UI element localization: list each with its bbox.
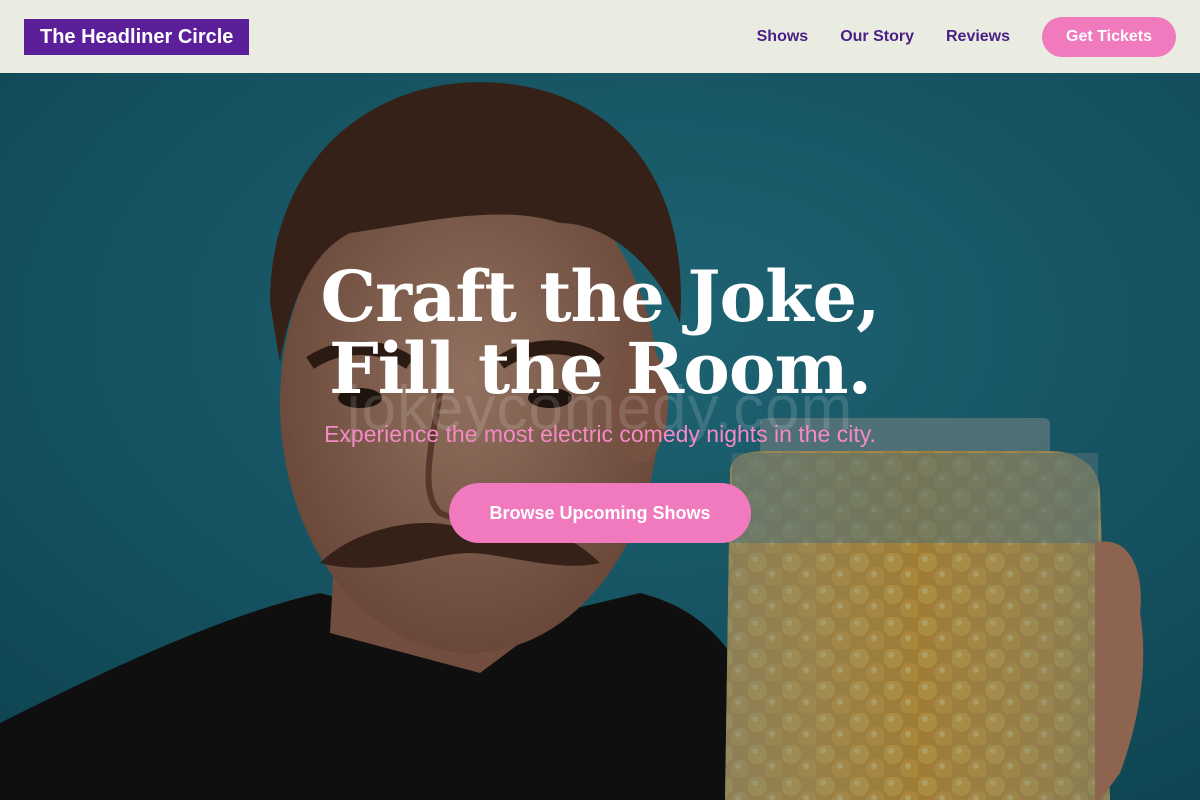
get-tickets-button[interactable]: Get Tickets — [1042, 16, 1176, 57]
nav-link-shows[interactable]: Shows — [757, 28, 809, 46]
hero-subtitle: Experience the most electric comedy nigh… — [324, 421, 876, 447]
hero-section: jokeycomedy.com Craft the Joke, Fill the… — [0, 73, 1200, 800]
hero-title: Craft the Joke, Fill the Room. — [0, 261, 1200, 405]
hero-title-line-1: Craft the Joke, — [320, 255, 880, 338]
main-nav: Shows Our Story Reviews Get Tickets — [725, 16, 1176, 57]
hero-content: Craft the Joke, Fill the Room. Experienc… — [0, 261, 1200, 543]
nav-link-our-story[interactable]: Our Story — [840, 28, 914, 46]
browse-shows-button[interactable]: Browse Upcoming Shows — [449, 483, 751, 543]
nav-link-reviews[interactable]: Reviews — [946, 28, 1010, 46]
brand-logo[interactable]: The Headliner Circle — [24, 18, 250, 55]
site-header: The Headliner Circle Shows Our Story Rev… — [0, 0, 1200, 73]
hero-title-line-2: Fill the Room. — [329, 327, 872, 410]
